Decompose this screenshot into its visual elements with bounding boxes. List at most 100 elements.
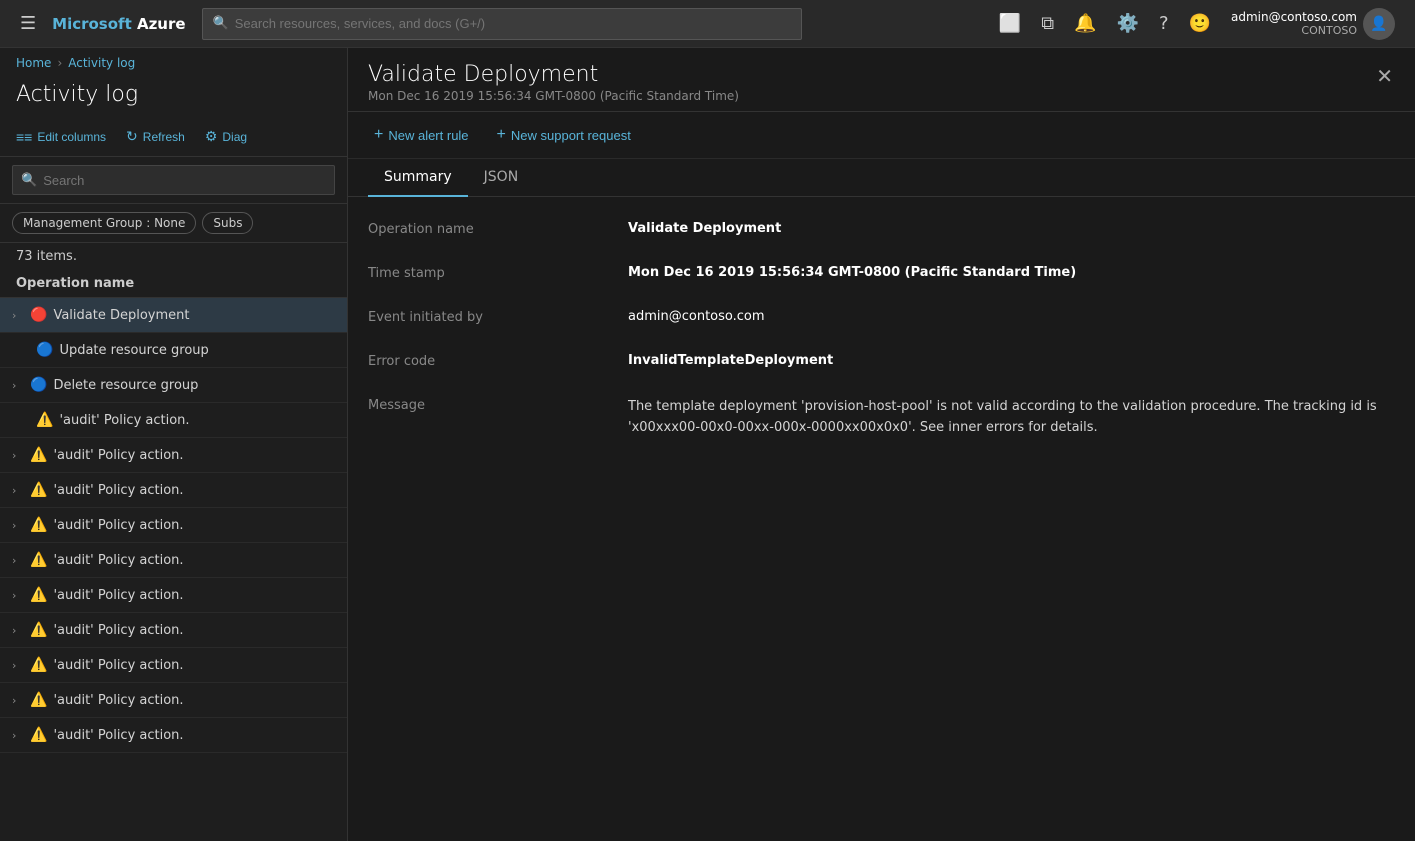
item-label: 'audit' Policy action. (53, 658, 183, 673)
search-area: 🔍 (0, 157, 347, 204)
plus-icon: + (497, 126, 506, 144)
chevron-right-icon: › (12, 729, 24, 742)
list-item[interactable]: › 🔵 Delete resource group (0, 368, 347, 403)
help-icon[interactable]: ? (1151, 7, 1177, 40)
search-box[interactable]: 🔍 (12, 165, 335, 195)
portal-icon[interactable]: ⧉ (1033, 7, 1062, 40)
operation-name-label: Operation name (368, 221, 628, 237)
chevron-right-icon: › (12, 554, 24, 567)
new-alert-label: New alert rule (388, 128, 468, 143)
app-logo: Microsoft Azure (52, 15, 185, 33)
column-header-operation: Operation name (0, 270, 347, 298)
detail-toolbar: + New alert rule + New support request (348, 112, 1415, 159)
time-stamp-label: Time stamp (368, 265, 628, 281)
operation-name-value: Validate Deployment (628, 221, 1395, 236)
warning-icon: ⚠️ (30, 657, 47, 673)
chevron-right-icon: › (12, 449, 24, 462)
chevron-right-icon: › (12, 379, 24, 392)
edit-columns-label: Edit columns (37, 130, 106, 144)
top-navigation: ☰ Microsoft Azure 🔍 ⬜ ⧉ 🔔 ⚙️ ? 🙂 admin@c… (0, 0, 1415, 48)
search-icon: 🔍 (21, 173, 37, 188)
time-stamp-value: Mon Dec 16 2019 15:56:34 GMT-0800 (Pacif… (628, 265, 1395, 280)
item-label: 'audit' Policy action. (53, 728, 183, 743)
refresh-icon: ↻ (126, 128, 138, 145)
edit-columns-button[interactable]: ≡≡ Edit columns (8, 124, 114, 150)
global-search-input[interactable] (235, 16, 791, 31)
app-layout: Home › Activity log Activity log ≡≡ Edit… (0, 48, 1415, 841)
chevron-right-icon: › (12, 589, 24, 602)
cloud-shell-icon[interactable]: ⬜ (991, 7, 1029, 40)
detail-panel: Validate Deployment Mon Dec 16 2019 15:5… (348, 48, 1415, 841)
list-item[interactable]: › ⚠️ 'audit' Policy action. (0, 543, 347, 578)
global-search-box[interactable]: 🔍 (202, 8, 802, 40)
close-button[interactable]: ✕ (1370, 62, 1399, 91)
list-item[interactable]: › ⚠️ 'audit' Policy action. (0, 508, 347, 543)
warning-icon: ⚠️ (30, 587, 47, 603)
item-count: 73 items. (0, 243, 347, 270)
filter-tags: Management Group : None Subs (0, 204, 347, 243)
list-item[interactable]: › ⚠️ 'audit' Policy action. (0, 648, 347, 683)
item-label: 'audit' Policy action. (53, 448, 183, 463)
detail-title: Validate Deployment (368, 62, 1395, 87)
chevron-right-icon: › (12, 519, 24, 532)
hamburger-menu[interactable]: ☰ (12, 9, 44, 38)
subs-filter[interactable]: Subs (202, 212, 253, 234)
message-label: Message (368, 397, 628, 413)
diag-icon: ⚙ (205, 128, 218, 145)
warning-icon: ⚠️ (30, 552, 47, 568)
warning-icon: ⚠️ (30, 622, 47, 638)
settings-icon[interactable]: ⚙️ (1109, 7, 1147, 40)
error-code-value: InvalidTemplateDeployment (628, 353, 1395, 368)
nav-icons: ⬜ ⧉ 🔔 ⚙️ ? 🙂 admin@contoso.com CONTOSO 👤 (991, 4, 1403, 44)
breadcrumb-current: Activity log (68, 56, 135, 70)
search-input[interactable] (43, 173, 326, 188)
warning-icon: ⚠️ (36, 412, 53, 428)
error-code-row: Error code InvalidTemplateDeployment (368, 353, 1395, 369)
username-label: admin@contoso.com (1231, 10, 1357, 24)
list-item[interactable]: ⚠️ 'audit' Policy action. (0, 403, 347, 438)
tab-json[interactable]: JSON (468, 159, 535, 197)
breadcrumb: Home › Activity log (0, 48, 347, 78)
error-code-label: Error code (368, 353, 628, 369)
item-label: 'audit' Policy action. (53, 483, 183, 498)
management-group-filter[interactable]: Management Group : None (12, 212, 196, 234)
warning-icon: ⚠️ (30, 727, 47, 743)
tab-summary[interactable]: Summary (368, 159, 468, 197)
message-row: Message The template deployment 'provisi… (368, 397, 1395, 439)
new-support-label: New support request (511, 128, 631, 143)
operation-name-row: Operation name Validate Deployment (368, 221, 1395, 237)
time-stamp-row: Time stamp Mon Dec 16 2019 15:56:34 GMT-… (368, 265, 1395, 281)
breadcrumb-home[interactable]: Home (16, 56, 51, 70)
feedback-icon[interactable]: 🙂 (1181, 7, 1219, 40)
detail-content: Operation name Validate Deployment Time … (348, 197, 1415, 841)
list-item[interactable]: 🔵 Update resource group (0, 333, 347, 368)
tenant-label: CONTOSO (1231, 24, 1357, 37)
warning-icon: ⚠️ (30, 692, 47, 708)
chevron-right-icon: › (12, 694, 24, 707)
info-icon: 🔵 (36, 342, 53, 358)
diag-button[interactable]: ⚙ Diag (197, 123, 255, 150)
notifications-icon[interactable]: 🔔 (1066, 7, 1104, 40)
list-item[interactable]: › ⚠️ 'audit' Policy action. (0, 683, 347, 718)
left-toolbar: ≡≡ Edit columns ↻ Refresh ⚙ Diag (0, 117, 347, 157)
list-item[interactable]: › 🔴 Validate Deployment (0, 298, 347, 333)
refresh-button[interactable]: ↻ Refresh (118, 123, 193, 150)
list-item[interactable]: › ⚠️ 'audit' Policy action. (0, 718, 347, 753)
list-item[interactable]: › ⚠️ 'audit' Policy action. (0, 473, 347, 508)
list-item[interactable]: › ⚠️ 'audit' Policy action. (0, 438, 347, 473)
new-support-request-button[interactable]: + New support request (491, 122, 637, 148)
plus-icon: + (374, 126, 383, 144)
list-item[interactable]: › ⚠️ 'audit' Policy action. (0, 578, 347, 613)
item-label: 'audit' Policy action. (59, 413, 189, 428)
left-panel: Home › Activity log Activity log ≡≡ Edit… (0, 48, 348, 841)
diag-label: Diag (222, 130, 247, 144)
new-alert-rule-button[interactable]: + New alert rule (368, 122, 475, 148)
detail-subtitle: Mon Dec 16 2019 15:56:34 GMT-0800 (Pacif… (368, 89, 1395, 103)
detail-tabs: Summary JSON (348, 159, 1415, 197)
columns-icon: ≡≡ (16, 129, 32, 145)
chevron-right-icon: › (12, 624, 24, 637)
warning-icon: ⚠️ (30, 447, 47, 463)
event-initiated-value: admin@contoso.com (628, 309, 1395, 324)
list-item[interactable]: › ⚠️ 'audit' Policy action. (0, 613, 347, 648)
user-menu[interactable]: admin@contoso.com CONTOSO 👤 (1223, 4, 1403, 44)
